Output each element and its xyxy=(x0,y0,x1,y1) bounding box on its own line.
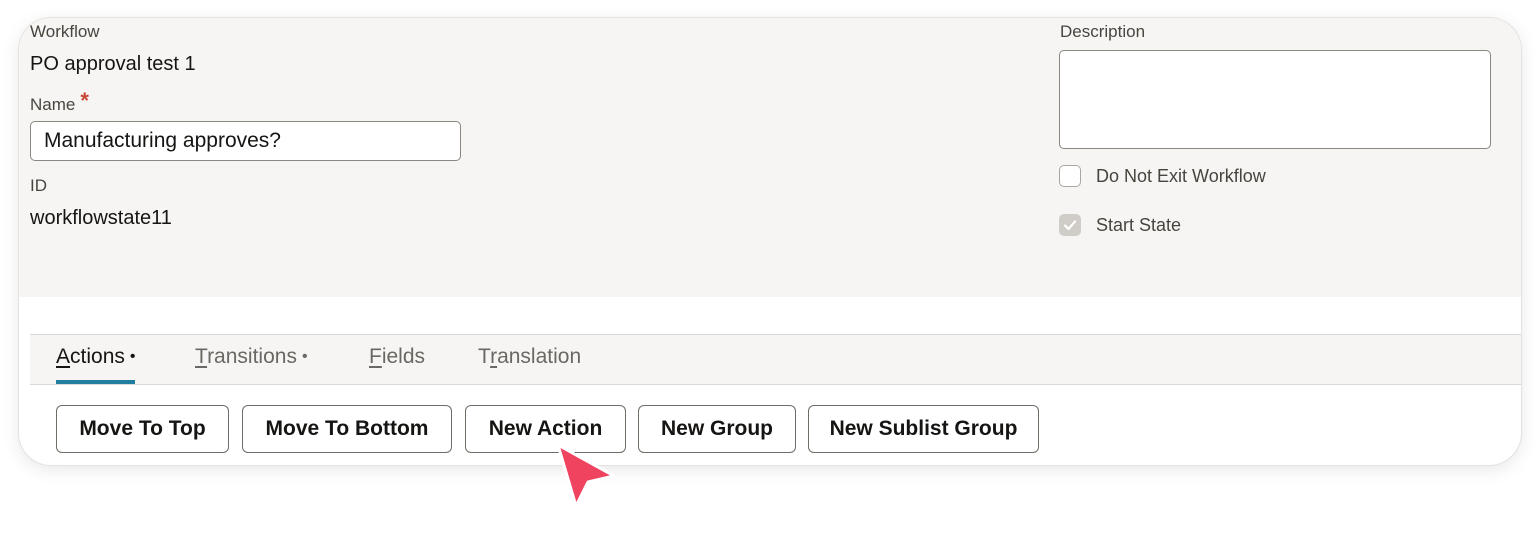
state-form: Workflow PO approval test 1 Name* ID wor… xyxy=(19,18,1521,297)
new-group-button[interactable]: New Group xyxy=(638,405,796,453)
tab-fields[interactable]: Fields xyxy=(369,345,425,380)
tab-transitions[interactable]: Transitions • xyxy=(195,345,308,380)
description-textarea[interactable] xyxy=(1059,50,1491,149)
name-label-text: Name xyxy=(30,95,76,114)
name-label: Name * xyxy=(30,88,89,116)
start-state-row: Start State xyxy=(1059,214,1181,236)
required-marker: * xyxy=(80,88,89,113)
start-state-label: Start State xyxy=(1096,214,1182,235)
do-not-exit-label: Do Not Exit Workflow xyxy=(1096,165,1266,186)
tab-actions[interactable]: Actions • xyxy=(56,345,136,384)
workflow-value: PO approval test 1 xyxy=(30,53,196,75)
move-to-bottom-button[interactable]: Move To Bottom xyxy=(242,405,452,453)
description-label: Description xyxy=(1060,22,1146,41)
tab-translation[interactable]: Translation xyxy=(478,345,581,380)
workflow-state-card: Workflow PO approval test 1 Name* ID wor… xyxy=(19,18,1521,465)
workflow-label: Workflow xyxy=(30,22,100,41)
do-not-exit-row[interactable]: Do Not Exit Workflow xyxy=(1059,165,1266,187)
mouse-cursor-icon xyxy=(556,443,616,508)
move-to-top-button[interactable]: Move To Top xyxy=(56,405,229,453)
name-input[interactable] xyxy=(30,121,461,161)
subtabs-bar: Actions • Transitions • Fields Translation xyxy=(30,334,1521,385)
id-value: workflowstate11 xyxy=(30,207,172,229)
do-not-exit-checkbox[interactable] xyxy=(1059,165,1081,187)
start-state-checkbox xyxy=(1059,214,1081,236)
id-label: ID xyxy=(30,176,47,195)
new-sublist-group-button[interactable]: New Sublist Group xyxy=(808,405,1039,453)
checkmark-icon xyxy=(1063,220,1077,231)
